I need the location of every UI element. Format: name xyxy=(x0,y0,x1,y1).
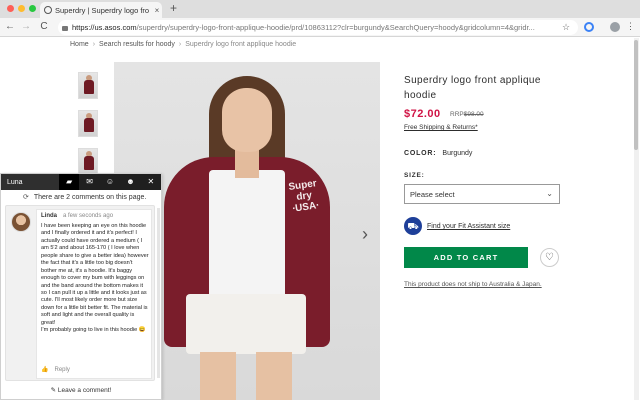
comment-count-text: There are 2 comments on this page. xyxy=(33,194,147,201)
comment-author[interactable]: Linda xyxy=(41,213,57,219)
widget-username: Luna xyxy=(1,174,59,190)
avatar xyxy=(11,212,31,232)
refresh-icon[interactable]: ⟳ xyxy=(23,194,29,201)
model-shorts xyxy=(186,294,306,354)
comment-count: ⟳ There are 2 comments on this page. xyxy=(23,193,146,201)
size-select[interactable]: Please select ⌄ xyxy=(404,184,560,204)
product-thumbnail[interactable] xyxy=(78,72,98,99)
globe-icon xyxy=(44,6,52,14)
model-leg xyxy=(256,352,292,400)
tab-close-icon[interactable]: × xyxy=(152,6,162,15)
messages-tab-icon[interactable]: ✉ xyxy=(79,174,99,190)
product-thumbnail[interactable] xyxy=(78,110,98,137)
page-scrollbar-thumb[interactable] xyxy=(634,40,638,150)
comment-card: Linda a few seconds ago I have been keep… xyxy=(36,209,152,379)
breadcrumb: Home › Search results for hoody › Superdry l… xyxy=(70,41,296,48)
reload-icon[interactable]: C xyxy=(38,21,50,32)
maximize-window-button[interactable] xyxy=(29,5,36,12)
profile-tab-icon[interactable]: ☻ xyxy=(120,174,140,190)
address-bar-row: ← → C https://us.asos.com/superdry/super… xyxy=(0,18,640,37)
tab-bar: Superdry | Superdry logo fro × + xyxy=(0,0,640,18)
product-price: $72.00 xyxy=(404,108,441,120)
product-thumbnail[interactable] xyxy=(78,148,98,175)
leave-comment-button[interactable]: ✎ Leave a comment! xyxy=(1,386,161,394)
chevron-down-icon: ⌄ xyxy=(546,189,553,198)
model-leg xyxy=(200,352,236,400)
comment-actions: 👍 Reply xyxy=(41,366,76,373)
free-shipping-link[interactable]: Free Shipping & Returns* xyxy=(404,124,478,131)
breadcrumb-results[interactable]: Search results for hoody xyxy=(99,41,175,48)
shipping-restriction-note[interactable]: This product does not ship to Australia … xyxy=(404,281,542,288)
model-neck xyxy=(235,148,259,178)
next-image-arrow-icon[interactable]: › xyxy=(362,224,368,245)
colour-row: COLOR: Burgundy xyxy=(404,150,472,157)
browser-tab[interactable]: Superdry | Superdry logo fro × xyxy=(40,2,162,18)
url-path: /superdry/superdry-logo-front-applique-h… xyxy=(136,23,535,32)
size-select-value: Please select xyxy=(410,189,455,199)
new-tab-button[interactable]: + xyxy=(170,1,177,15)
fit-assistant-icon[interactable]: ⛟ xyxy=(404,217,422,235)
model-face xyxy=(222,88,272,152)
tab-title: Superdry | Superdry logo fro xyxy=(55,5,149,15)
bookmark-star-icon[interactable]: ☆ xyxy=(562,22,570,33)
breadcrumb-separator: › xyxy=(178,41,182,48)
breadcrumb-separator: › xyxy=(92,41,96,48)
colour-value: Burgundy xyxy=(442,150,473,157)
comment-scrollbar[interactable] xyxy=(157,208,160,378)
comment-widget: Luna ▰ ✉ ☺ ☻ ✕ ⟳ There are 2 comments on … xyxy=(0,173,162,400)
forward-icon[interactable]: → xyxy=(20,21,32,32)
add-to-cart-button[interactable]: ADD TO CART xyxy=(404,247,528,268)
extension-icon[interactable] xyxy=(584,22,594,32)
reply-link[interactable]: Reply xyxy=(54,367,69,373)
url-input[interactable]: https://us.asos.com/superdry/superdry-lo… xyxy=(58,20,578,35)
close-widget-icon[interactable]: ✕ xyxy=(141,174,161,190)
colour-label: COLOR: xyxy=(404,150,437,157)
save-for-later-heart-icon[interactable]: ♡ xyxy=(540,248,559,267)
product-title: Superdry logo front applique hoodie xyxy=(404,75,541,101)
breadcrumb-home[interactable]: Home xyxy=(70,41,89,48)
breadcrumb-current: Superdry logo front applique hoodie xyxy=(185,41,297,48)
browser-menu-icon[interactable]: ⋮ xyxy=(626,21,635,32)
comment-widget-header: Luna ▰ ✉ ☺ ☻ ✕ xyxy=(1,174,161,190)
model-tshirt xyxy=(209,170,285,300)
comment-text: I have been keeping an eye on this hoodi… xyxy=(41,223,149,334)
url-host: https://us.asos.com xyxy=(72,23,137,32)
back-icon[interactable]: ← xyxy=(4,21,16,32)
rrp-price: RRP$98.00 xyxy=(450,111,484,118)
comment-item: Linda a few seconds ago I have been keep… xyxy=(5,205,155,381)
lock-icon xyxy=(62,26,68,31)
fit-assistant-link[interactable]: Find your Fit Assistant size xyxy=(427,223,510,230)
rrp-value: $98.00 xyxy=(463,111,484,118)
like-icon[interactable]: 👍 xyxy=(41,367,48,373)
comment-time: a few seconds ago xyxy=(63,213,114,219)
profile-avatar-icon[interactable] xyxy=(610,22,620,32)
minimize-window-button[interactable] xyxy=(18,5,25,12)
inbox-tab-icon[interactable]: ☺ xyxy=(100,174,120,190)
comments-tab-icon[interactable]: ▰ xyxy=(59,174,80,190)
size-label: SIZE: xyxy=(404,172,425,179)
rrp-label: RRP xyxy=(450,111,464,118)
close-window-button[interactable] xyxy=(7,5,14,12)
hoodie-logo: Super dry ∙USA∙ xyxy=(287,178,320,215)
